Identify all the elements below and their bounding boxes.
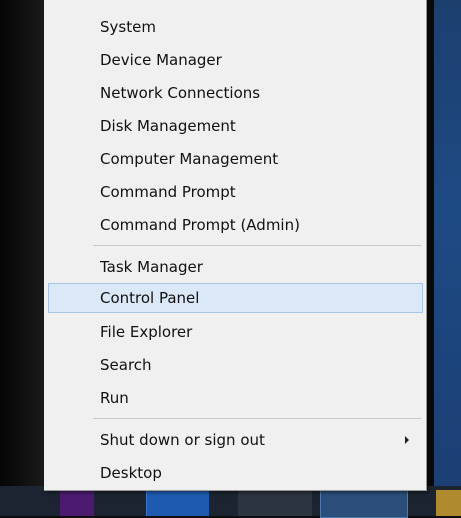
menu-item-label: Task Manager <box>100 258 203 276</box>
taskbar-app-icon[interactable] <box>146 490 209 516</box>
menu-item-search[interactable]: Search <box>48 350 423 380</box>
taskbar-app-icon[interactable] <box>238 490 312 516</box>
menu-separator <box>93 245 421 246</box>
menu-item-label: File Explorer <box>100 323 193 341</box>
menu-item-label: Search <box>100 356 152 374</box>
menu-item-file-explorer[interactable]: File Explorer <box>48 317 423 347</box>
menu-item-label: Command Prompt (Admin) <box>100 216 300 234</box>
taskbar-app-icon[interactable] <box>320 490 408 518</box>
menu-item-disk-management[interactable]: Disk Management <box>48 111 423 141</box>
menu-item-label: Device Manager <box>100 51 222 69</box>
menu-item-device-manager[interactable]: Device Manager <box>48 45 423 75</box>
menu-item-system[interactable]: System <box>48 12 423 42</box>
menu-item-shut-down-or-sign-out[interactable]: Shut down or sign out <box>48 425 423 455</box>
menu-item-run[interactable]: Run <box>48 383 423 413</box>
window-edge-strip <box>426 0 434 516</box>
menu-item-label: System <box>100 18 156 36</box>
menu-separator <box>93 418 421 419</box>
menu-item-label: Network Connections <box>100 84 261 102</box>
submenu-arrow-icon <box>405 436 409 444</box>
menu-item-label: Run <box>100 389 129 407</box>
menu-item-command-prompt-admin[interactable]: Command Prompt (Admin) <box>48 210 423 240</box>
menu-item-label: Shut down or sign out <box>100 431 265 449</box>
menu-item-control-panel[interactable]: Control Panel <box>48 283 423 313</box>
taskbar-start-corner[interactable] <box>60 490 94 516</box>
menu-item-label: Computer Management <box>100 150 279 168</box>
power-user-menu: System Device Manager Network Connection… <box>44 0 427 491</box>
menu-item-computer-management[interactable]: Computer Management <box>48 144 423 174</box>
menu-item-label: Command Prompt <box>100 183 236 201</box>
menu-item-label: Desktop <box>100 464 162 482</box>
desktop-background-right <box>426 0 461 516</box>
menu-item-desktop[interactable]: Desktop <box>48 458 423 488</box>
menu-item-command-prompt[interactable]: Command Prompt <box>48 177 423 207</box>
taskbar-app-icon[interactable] <box>436 490 461 516</box>
menu-item-label: Control Panel <box>100 289 200 307</box>
menu-item-network-connections[interactable]: Network Connections <box>48 78 423 108</box>
desktop-background-left <box>0 0 44 516</box>
menu-item-task-manager[interactable]: Task Manager <box>48 252 423 282</box>
menu-item-label: Disk Management <box>100 117 236 135</box>
